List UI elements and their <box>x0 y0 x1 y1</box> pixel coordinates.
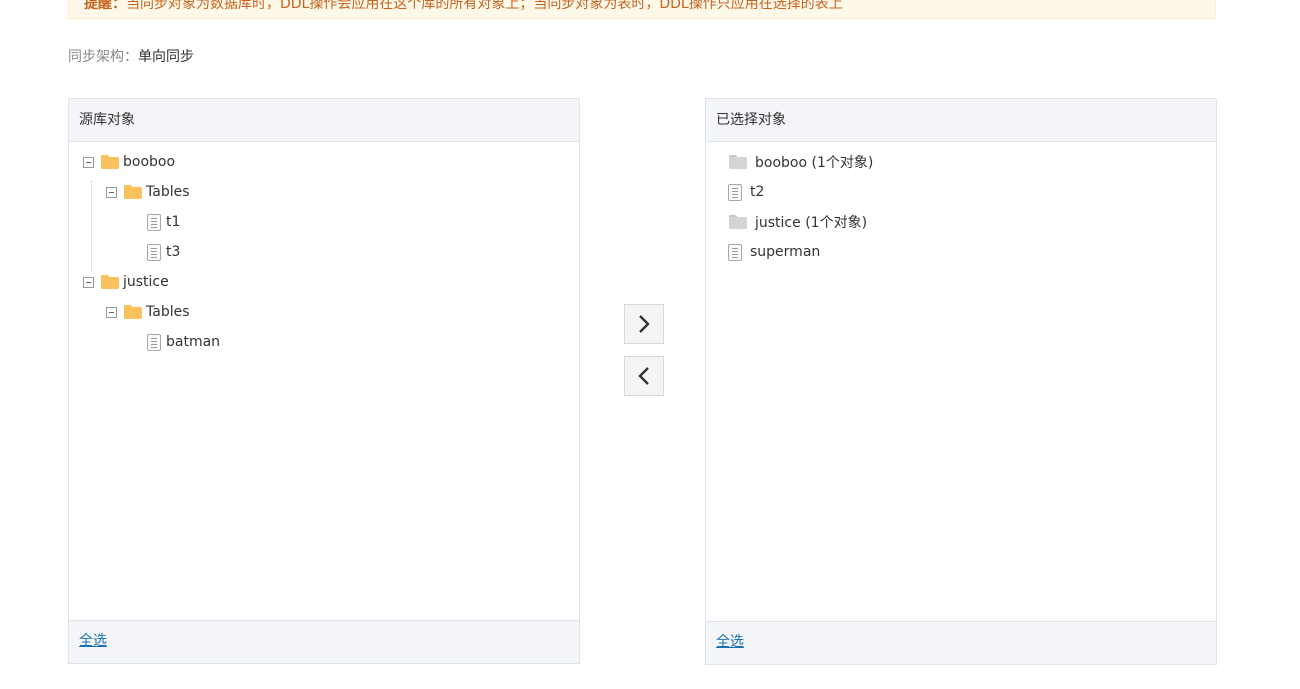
move-right-button[interactable] <box>624 304 664 344</box>
table-document-icon <box>147 243 161 261</box>
folder-icon <box>124 185 142 199</box>
tree-node-table-batman[interactable]: batman <box>147 332 220 352</box>
collapse-toggle-icon[interactable] <box>106 186 117 198</box>
chevron-right-icon <box>639 315 650 333</box>
tree-node-label: Tables <box>146 304 190 320</box>
selected-select-all-link[interactable]: 全选 <box>716 634 744 650</box>
selected-item-label: t2 <box>750 184 765 200</box>
notice-text: 当同步对象为数据库时，DDL操作会应用在这个库的所有对象上；当同步对象为表时，D… <box>126 0 843 12</box>
selected-panel-title: 已选择对象 <box>706 99 1216 142</box>
selected-item-superman[interactable]: superman <box>728 242 820 262</box>
table-document-icon <box>147 333 161 351</box>
collapse-toggle-icon[interactable] <box>106 306 117 318</box>
tree-guide-line <box>91 181 92 271</box>
tree-node-label: booboo <box>123 154 176 170</box>
table-document-icon <box>728 243 742 261</box>
selected-item-label: justice (1个对象) <box>755 215 868 231</box>
selected-item-justice[interactable]: justice (1个对象) <box>729 212 867 232</box>
tree-node-table-t1[interactable]: t1 <box>147 212 180 232</box>
notice-prefix: 提醒： <box>84 0 126 12</box>
folder-icon <box>101 275 119 289</box>
tree-node-label: Tables <box>146 184 190 200</box>
tree-node-label: t3 <box>166 244 181 260</box>
chevron-left-icon <box>638 367 649 385</box>
selected-item-booboo[interactable]: booboo (1个对象) <box>729 152 873 172</box>
collapse-toggle-icon[interactable] <box>83 156 94 168</box>
tree-node-table-t3[interactable]: t3 <box>147 242 180 262</box>
selected-item-label: booboo (1个对象) <box>755 155 874 171</box>
selected-objects-panel: 已选择对象 booboo (1个对象) t2 justice (1个对象) su… <box>705 98 1217 665</box>
tree-node-label: batman <box>166 334 221 350</box>
tree-node-booboo-tables[interactable]: Tables <box>106 182 190 202</box>
folder-icon <box>729 155 747 169</box>
ddl-notice-banner: 提醒：当同步对象为数据库时，DDL操作会应用在这个库的所有对象上；当同步对象为表… <box>68 0 1216 19</box>
selected-item-label: superman <box>750 244 821 260</box>
tree-node-booboo[interactable]: booboo <box>83 152 175 172</box>
folder-icon <box>124 305 142 319</box>
sync-architecture: 同步架构：单向同步 <box>68 46 194 66</box>
folder-icon <box>729 215 747 229</box>
tree-node-label: justice <box>123 274 169 290</box>
tree-node-label: t1 <box>166 214 181 230</box>
sync-architecture-label: 同步架构： <box>68 49 138 65</box>
tree-node-justice[interactable]: justice <box>83 272 169 292</box>
folder-icon <box>101 155 119 169</box>
tree-node-justice-tables[interactable]: Tables <box>106 302 190 322</box>
move-left-button[interactable] <box>624 356 664 396</box>
source-panel-title: 源库对象 <box>69 99 579 142</box>
sync-architecture-value: 单向同步 <box>138 49 194 65</box>
table-document-icon <box>147 213 161 231</box>
selected-item-t2[interactable]: t2 <box>728 182 764 202</box>
selected-panel-footer: 全选 <box>706 621 1216 664</box>
collapse-toggle-icon[interactable] <box>83 276 94 288</box>
source-panel-footer: 全选 <box>69 620 579 663</box>
source-select-all-link[interactable]: 全选 <box>79 633 107 649</box>
table-document-icon <box>728 183 742 201</box>
source-objects-panel: 源库对象 booboo Tables t1 t3 justice Tables … <box>68 98 580 664</box>
